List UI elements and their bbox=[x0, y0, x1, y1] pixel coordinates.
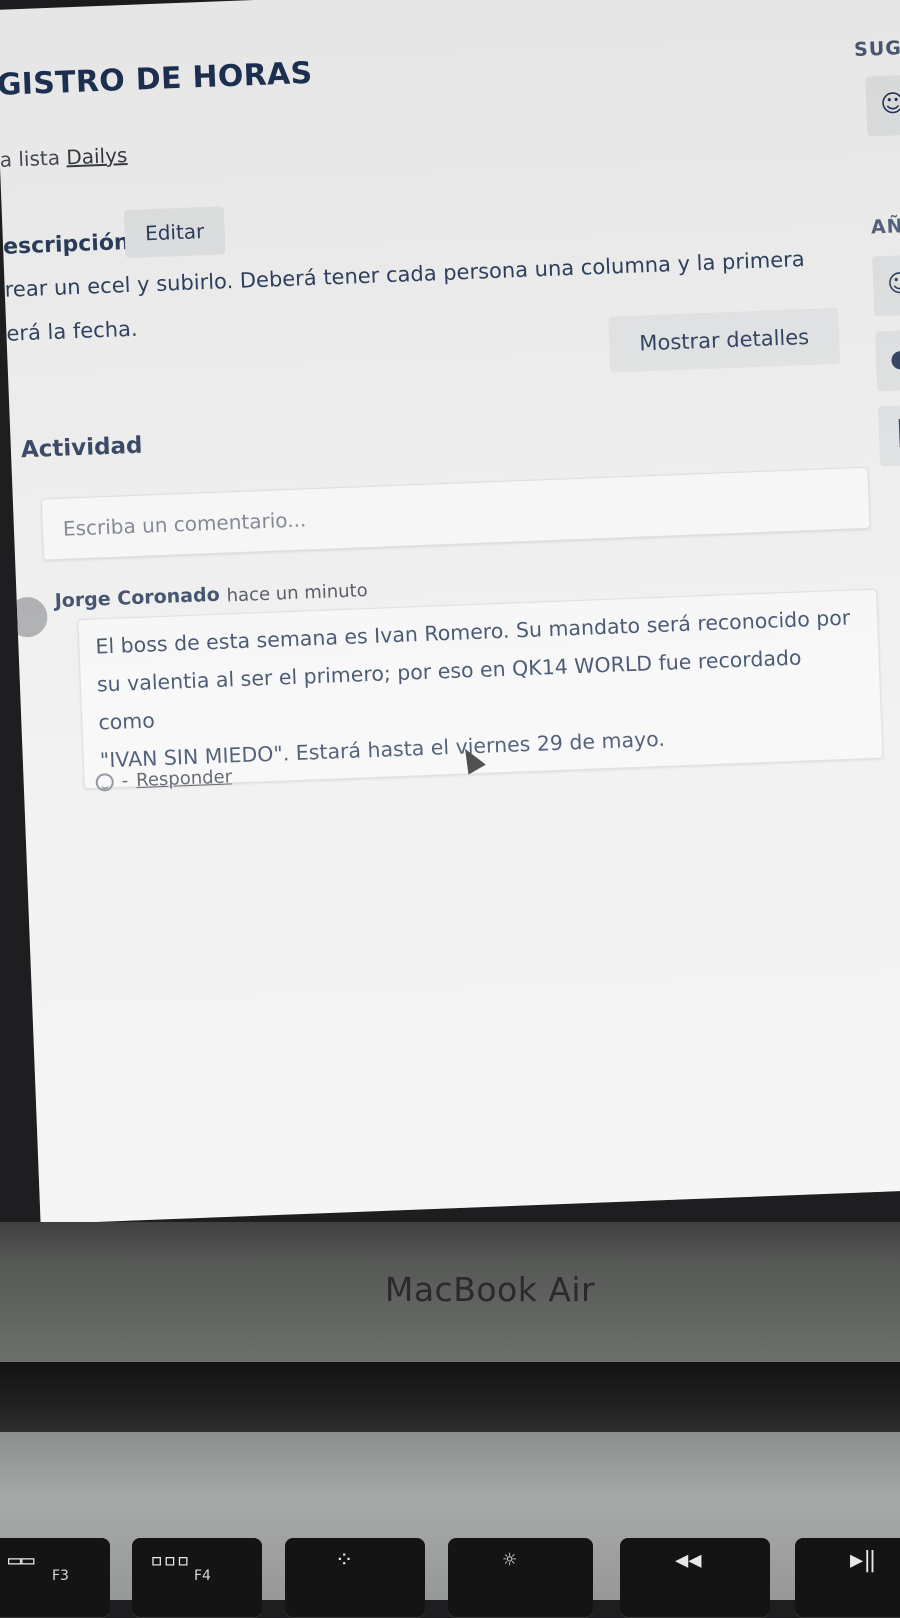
add-reaction-icon[interactable] bbox=[95, 772, 115, 792]
in-list-prefix: a lista bbox=[0, 145, 61, 172]
key-f7-rewind[interactable]: ◀◀ bbox=[620, 1538, 770, 1618]
comment-timestamp[interactable]: hace un minuto bbox=[226, 580, 368, 606]
key-f5-keyboard-dim[interactable]: ⁘ bbox=[285, 1538, 425, 1618]
edit-description-button[interactable]: Editar bbox=[123, 206, 226, 259]
description-heading: escripción bbox=[2, 229, 131, 260]
key-f4-launchpad[interactable]: ▫▫▫ F4 bbox=[132, 1538, 262, 1618]
avatar[interactable] bbox=[6, 596, 49, 638]
sidebar-members-button[interactable]: ☺ bbox=[872, 254, 900, 317]
key-label: F4 bbox=[194, 1568, 211, 1584]
tag-icon: ◐ bbox=[889, 344, 900, 373]
key-f8-play-pause[interactable]: ▶‖ bbox=[795, 1538, 900, 1618]
sidebar-heading-add: AÑ bbox=[870, 215, 900, 239]
keyboard-light-up-icon: ☼ bbox=[503, 1548, 517, 1573]
key-f6-keyboard-bright[interactable]: ☼ bbox=[448, 1538, 593, 1618]
sidebar-checklist-button[interactable]: │ bbox=[877, 404, 900, 467]
laptop-hinge bbox=[0, 1362, 900, 1432]
reply-link[interactable]: Responder bbox=[136, 766, 233, 791]
card-list-info: a lista Dailys bbox=[0, 143, 128, 172]
comment-input[interactable]: Escriba un comentario... bbox=[40, 466, 871, 561]
list-link[interactable]: Dailys bbox=[66, 143, 128, 169]
key-f3-mission-control[interactable]: ▭▭ F3 bbox=[0, 1538, 110, 1618]
actions-separator: - bbox=[121, 770, 129, 792]
sidebar-heading-suggested: SUG bbox=[853, 37, 900, 62]
checklist-icon: │ bbox=[892, 419, 900, 448]
card-title[interactable]: GISTRO DE HORAS bbox=[0, 56, 313, 103]
play-pause-icon: ▶‖ bbox=[850, 1548, 877, 1573]
show-details-button[interactable]: Mostrar detalles bbox=[608, 307, 841, 373]
comment-author[interactable]: Jorge Coronado bbox=[54, 584, 220, 612]
sidebar-labels-button[interactable]: ◐ bbox=[874, 329, 900, 392]
trello-card-window: GISTRO DE HORAS a lista Dailys escripció… bbox=[0, 0, 900, 1225]
person-icon: ☺ bbox=[886, 268, 900, 298]
person-icon: ☺ bbox=[879, 89, 900, 119]
activity-heading: Actividad bbox=[20, 432, 143, 464]
key-label: F3 bbox=[52, 1568, 69, 1584]
keyboard-light-down-icon: ⁘ bbox=[335, 1548, 354, 1573]
sidebar-join-button[interactable]: ☺ bbox=[865, 74, 900, 137]
mission-control-icon: ▭▭ bbox=[8, 1548, 35, 1573]
rewind-icon: ◀◀ bbox=[675, 1548, 702, 1573]
launchpad-icon: ▫▫▫ bbox=[150, 1548, 190, 1573]
laptop-brand: MacBook Air bbox=[384, 1270, 596, 1309]
comment-actions: - Responder bbox=[95, 766, 232, 792]
